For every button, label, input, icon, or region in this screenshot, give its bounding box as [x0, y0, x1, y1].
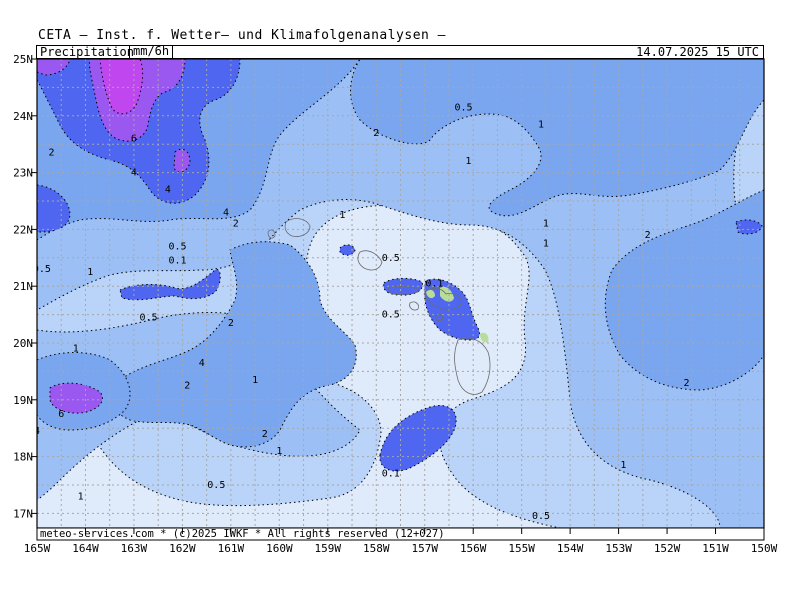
contour-label: 4	[199, 358, 205, 369]
contour-label: 0.1	[425, 278, 443, 289]
contour-label: 0.5	[382, 310, 400, 321]
contour-label: 6	[131, 134, 137, 145]
copyright-footer: meteo-services.com * (c)2025 IWKF * All …	[40, 528, 445, 540]
contour-label: 1	[538, 119, 544, 130]
contour-label: 0.1	[382, 469, 400, 480]
precipitation-map: 0.512162444211120.50.1 0.50.5 10.10.50.521…	[13, 53, 778, 555]
lon-tick-label: 157W	[411, 542, 438, 555]
contour-label: 2	[49, 148, 55, 159]
contour-label: 1	[78, 491, 84, 502]
contour-label: 0.5	[169, 241, 187, 252]
contour-label: 0.5	[382, 253, 400, 264]
lat-tick-label: 19N	[13, 394, 33, 407]
lon-tick-label: 156W	[460, 542, 487, 555]
lat-tick-label: 25N	[13, 53, 33, 66]
lon-tick-label: 163W	[121, 542, 148, 555]
contour-label: 0.5	[139, 312, 157, 323]
map-field: 0.512162444211120.50.1 0.50.5 10.10.50.521…	[33, 59, 764, 528]
latitude-axis: 25N 24N 23N 22N 21N 20N 19N 18N 17N	[13, 53, 37, 520]
contour-label: 2	[184, 381, 190, 392]
lat-tick-label: 20N	[13, 337, 33, 350]
contour-label: 2	[373, 128, 379, 139]
lon-tick-label: 152W	[654, 542, 681, 555]
lat-tick-label: 24N	[13, 110, 33, 123]
contour-label: 2	[233, 219, 239, 230]
lon-tick-label: 162W	[169, 542, 196, 555]
contour-label: 4	[131, 168, 137, 179]
lon-tick-label: 154W	[557, 542, 584, 555]
contour-label: 6	[58, 409, 64, 420]
lat-tick-label: 18N	[13, 451, 33, 464]
contour-label: 1	[620, 460, 626, 471]
contour-label: 1	[87, 267, 93, 278]
contour-label: 1	[543, 219, 549, 230]
lon-tick-label: 151W	[702, 542, 729, 555]
contour-label: 1	[73, 344, 79, 355]
contour-label: 2	[683, 378, 689, 389]
lat-tick-label: 21N	[13, 280, 33, 293]
contour-label: 1	[276, 446, 282, 457]
contour-label: 1	[252, 375, 258, 386]
lon-tick-label: 161W	[218, 542, 245, 555]
lat-tick-label: 23N	[13, 167, 33, 180]
contour-label: 0.5	[454, 102, 472, 113]
contour-label: 4	[223, 207, 229, 218]
contour-label: 2	[645, 230, 651, 241]
contour-label: 1	[465, 156, 471, 167]
contour-label: 2	[228, 318, 234, 329]
contour-label: 0.5	[33, 264, 51, 275]
contour-label: 1	[339, 210, 345, 221]
lon-tick-label: 160W	[266, 542, 293, 555]
lon-tick-label: 155W	[508, 542, 535, 555]
lon-tick-label: 165W	[24, 542, 51, 555]
lon-tick-label: 153W	[605, 542, 632, 555]
lon-tick-label: 150W	[751, 542, 778, 555]
contour-label: 0.5	[532, 511, 550, 522]
lat-tick-label: 17N	[13, 507, 33, 520]
lat-tick-label: 22N	[13, 223, 33, 236]
contour-label: 1	[543, 239, 549, 250]
lon-tick-label: 159W	[315, 542, 342, 555]
lon-tick-label: 158W	[363, 542, 390, 555]
contour-label: 0.1	[169, 256, 187, 267]
lon-tick-label: 164W	[72, 542, 99, 555]
contour-label: 0.5	[207, 480, 225, 491]
contour-label: 4	[165, 185, 171, 196]
contour-label: 2	[262, 429, 268, 440]
